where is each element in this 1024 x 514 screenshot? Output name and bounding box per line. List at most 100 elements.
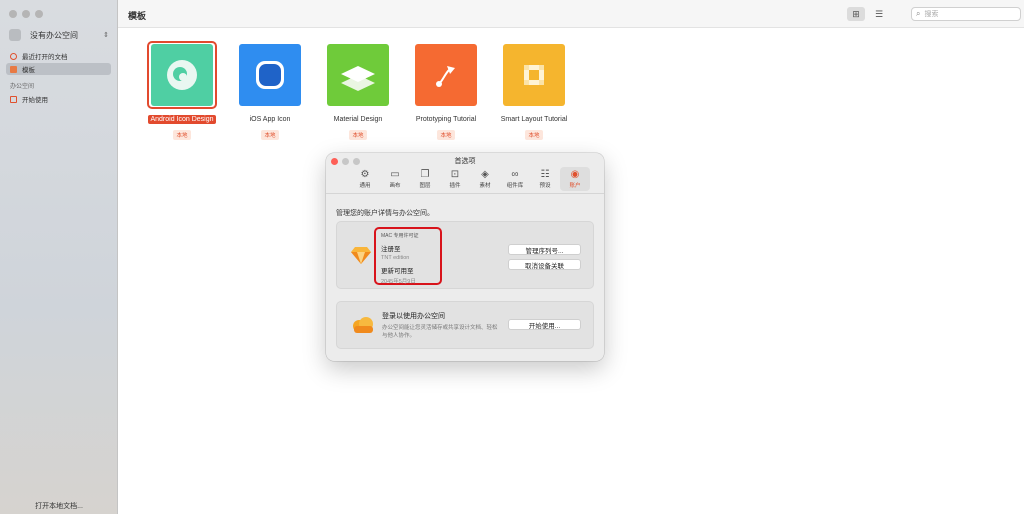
list-view-button[interactable]: ☰ [870, 7, 888, 21]
layers-icon: ❐ [420, 169, 430, 180]
tab-assets[interactable]: ◈ 素材 [470, 167, 500, 191]
tab-label: 图层 [419, 183, 431, 189]
open-local-document-button[interactable]: 打开本地文档... [0, 501, 118, 511]
tab-canvas[interactable]: ▭ 画布 [380, 167, 410, 191]
sidebar-section-title: 办公空间 [10, 84, 35, 90]
smart-layout-icon [524, 65, 544, 85]
license-panel: MAC 专用许可证 注册至 TNT edition 更新可用至 2045年5月9… [336, 221, 594, 289]
sidebar-item-templates[interactable]: 模板 [6, 63, 111, 75]
tab-libraries[interactable]: ∞ 组件库 [500, 167, 530, 191]
tab-presets[interactable]: ☷ 预设 [530, 167, 560, 191]
document-icon [10, 95, 17, 103]
templates-icon [10, 65, 17, 73]
sidebar-item-label: 最近打开的文档 [22, 54, 68, 61]
top-toolbar: 模板 ⊞ ☰ ⌕ 搜索 [118, 0, 1024, 28]
grid-icon: ⊞ [852, 8, 860, 19]
sidebar-nav: 最近打开的文档 模板 办公空间 开始使用 [6, 50, 111, 106]
unlink-device-button[interactable]: 取消设备关联 [508, 259, 581, 270]
canvas-icon: ▭ [390, 169, 400, 180]
workspace-switcher[interactable]: 没有办公空间 ⇕ [9, 28, 109, 42]
local-badge: 本地 [525, 130, 543, 140]
divider [326, 193, 604, 194]
license-type: MAC 专用许可证 [381, 233, 419, 239]
link-icon: ∞ [511, 169, 519, 180]
cloud-icon [353, 317, 373, 333]
search-icon: ⌕ [916, 9, 921, 18]
preferences-tabs: ⚙ 通用 ▭ 画布 ❐ 图层 ⊡ 插件 ◈ 素材 ∞ 组件库 ☷ 预设 ◉ 账户 [350, 167, 590, 191]
sliders-icon: ☷ [540, 169, 550, 180]
tab-plugins[interactable]: ⊡ 插件 [440, 167, 470, 191]
template-card-prototyping[interactable]: Prototyping Tutorial 本地 [402, 42, 490, 140]
license-details-highlight: MAC 专用许可证 注册至 TNT edition 更新可用至 2045年5月9… [374, 227, 442, 285]
account-description: 管理您的账户详情与办公空间。 [336, 210, 434, 217]
tab-label: 账户 [569, 183, 581, 189]
gear-icon: ⚙ [360, 169, 370, 180]
tab-layers[interactable]: ❐ 图层 [410, 167, 440, 191]
tab-account[interactable]: ◉ 账户 [560, 167, 590, 191]
sidebar-item-label: 模板 [22, 67, 35, 74]
template-thumbnail [415, 44, 477, 106]
template-thumbnail [151, 44, 213, 106]
zoom-window-button[interactable] [35, 10, 43, 18]
template-card-smart-layout[interactable]: Smart Layout Tutorial 本地 [490, 42, 578, 140]
template-thumbnail-frame [147, 41, 217, 109]
updates-value: 2045年5月9日 [381, 279, 416, 285]
grid-view-button[interactable]: ⊞ [847, 7, 865, 21]
window-controls [9, 10, 43, 18]
chevron-updown-icon: ⇕ [103, 32, 109, 39]
search-input[interactable]: ⌕ 搜索 [911, 7, 1021, 21]
workspace-title: 登录以使用办公空间 [382, 313, 445, 320]
template-name: Prototyping Tutorial [415, 116, 477, 123]
clock-icon [10, 52, 17, 60]
tab-label: 素材 [479, 183, 491, 189]
workspace-text: 登录以使用办公空间 办公空间能让您灵活储存或共享设计文档、轻松与他人协作。 [382, 311, 502, 340]
template-thumbnail-frame [500, 42, 568, 108]
minimize-window-button[interactable] [22, 10, 30, 18]
close-window-button[interactable] [9, 10, 17, 18]
local-badge: 本地 [261, 130, 279, 140]
local-badge: 本地 [173, 130, 191, 140]
stack-icon: ◈ [481, 169, 489, 180]
template-thumbnail [239, 44, 301, 106]
tab-label: 插件 [449, 183, 461, 189]
template-thumbnail-frame [236, 42, 304, 108]
local-badge: 本地 [437, 130, 455, 140]
tab-label: 通用 [359, 183, 371, 189]
material-layers-icon [341, 66, 375, 91]
workspace-icon [9, 29, 21, 41]
template-card-android-icon[interactable]: Android Icon Design 本地 [138, 41, 226, 140]
search-placeholder: 搜索 [924, 11, 939, 18]
updates-label: 更新可用至 [381, 268, 414, 275]
tab-label: 预设 [539, 183, 551, 189]
manage-serial-button[interactable]: 管理序列号... [508, 244, 581, 255]
template-thumbnail-frame [324, 42, 392, 108]
page-title: 模板 [128, 11, 147, 21]
get-started-button[interactable]: 开始使用... [508, 319, 581, 330]
sidebar-item-label: 开始使用 [22, 97, 48, 104]
preferences-dialog: 首选项 ⚙ 通用 ▭ 画布 ❐ 图层 ⊡ 插件 ◈ 素材 ∞ 组件库 ☷ 预设 [326, 153, 604, 361]
account-icon: ◉ [570, 169, 580, 180]
registered-label: 注册至 [381, 246, 401, 253]
sidebar: 没有办公空间 ⇕ 最近打开的文档 模板 办公空间 开始使用 打开本地文档... [0, 0, 118, 514]
template-name: Material Design [333, 116, 383, 123]
template-grid: Android Icon Design 本地 iOS App Icon 本地 M… [138, 41, 578, 140]
workspace-panel: 登录以使用办公空间 办公空间能让您灵活储存或共享设计文档、轻松与他人协作。 开始… [336, 301, 594, 349]
prototype-arrow-icon [436, 66, 455, 87]
template-name: iOS App Icon [249, 116, 291, 123]
template-thumbnail [327, 44, 389, 106]
workspace-description: 办公空间能让您灵活储存或共享设计文档、轻松与他人协作。 [382, 325, 498, 339]
tab-general[interactable]: ⚙ 通用 [350, 167, 380, 191]
sidebar-item-recent[interactable]: 最近打开的文档 [6, 50, 111, 62]
template-name: Smart Layout Tutorial [500, 116, 568, 123]
template-card-ios-icon[interactable]: iOS App Icon 本地 [226, 42, 314, 140]
template-thumbnail [503, 44, 565, 106]
local-badge: 本地 [349, 130, 367, 140]
sidebar-item-get-started[interactable]: 开始使用 [6, 93, 111, 105]
sketch-diamond-icon [351, 247, 371, 264]
ios-app-icon [256, 61, 284, 89]
android-icon [167, 60, 197, 90]
template-name: Android Icon Design [148, 115, 216, 124]
template-card-material-design[interactable]: Material Design 本地 [314, 42, 402, 140]
template-thumbnail-frame [412, 42, 480, 108]
dialog-title: 首选项 [454, 158, 476, 165]
